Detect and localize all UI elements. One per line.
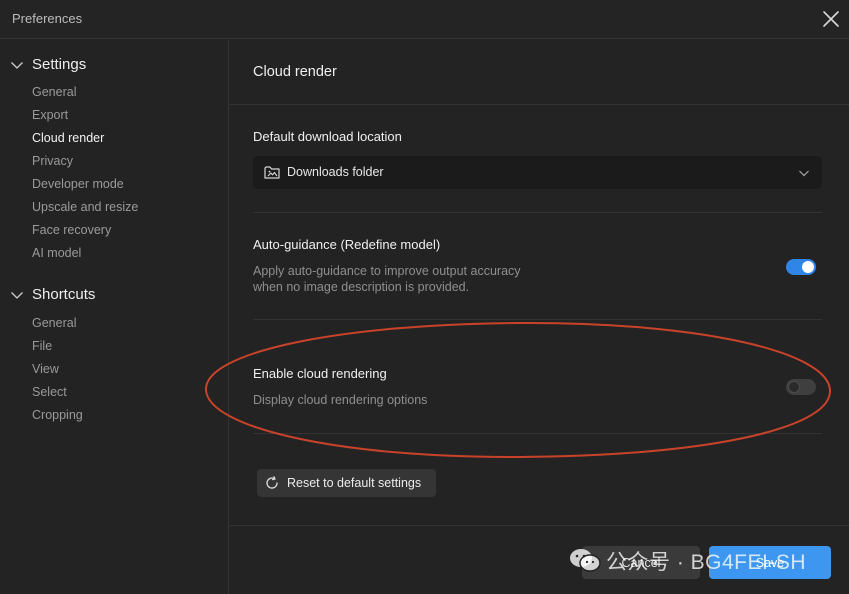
cancel-button[interactable]: Cancel: [582, 546, 700, 579]
chevron-down-icon: [11, 292, 23, 299]
sidebar-group-label: Shortcuts: [32, 286, 96, 303]
auto-guidance-description: Apply auto-guidance to improve output ac…: [253, 264, 521, 294]
main-panel: Cloud render Default download location D…: [230, 40, 849, 594]
preferences-window: Preferences Settings General Export Clou…: [0, 0, 849, 594]
folder-image-icon: [264, 166, 280, 179]
divider: [253, 433, 822, 434]
sidebar-item-shortcuts-general[interactable]: General: [32, 314, 222, 332]
cancel-label: Cancel: [621, 556, 661, 570]
sidebar-group-shortcuts[interactable]: Shortcuts: [0, 283, 228, 307]
divider: [253, 319, 822, 320]
sidebar-item-export[interactable]: Export: [32, 106, 222, 124]
auto-guidance-toggle[interactable]: [786, 259, 816, 275]
cloud-rendering-toggle[interactable]: [786, 379, 816, 395]
divider: [253, 212, 822, 213]
reset-defaults-label: Reset to default settings: [287, 476, 422, 490]
download-location-label: Default download location: [253, 129, 402, 144]
sidebar-item-ai-model[interactable]: AI model: [32, 244, 222, 262]
divider: [230, 525, 849, 526]
toggle-knob: [788, 381, 800, 393]
close-icon: [823, 11, 839, 27]
sidebar-item-cropping[interactable]: Cropping: [32, 406, 222, 424]
save-button[interactable]: Save: [709, 546, 831, 579]
sidebar-group-label: Settings: [32, 56, 87, 73]
page-title: Cloud render: [253, 64, 337, 80]
sidebar-item-general[interactable]: General: [32, 83, 222, 101]
sidebar-item-face-recovery[interactable]: Face recovery: [32, 221, 222, 239]
sidebar-group-settings[interactable]: Settings: [0, 53, 228, 77]
cloud-rendering-label: Enable cloud rendering: [253, 366, 387, 381]
download-location-value: Downloads folder: [287, 165, 384, 179]
cloud-rendering-description: Display cloud rendering options: [253, 393, 428, 407]
sidebar-item-upscale-and-resize[interactable]: Upscale and resize: [32, 198, 222, 216]
reset-defaults-button[interactable]: Reset to default settings: [257, 469, 436, 497]
sidebar: Settings General Export Cloud render Pri…: [0, 40, 229, 594]
download-location-select[interactable]: Downloads folder: [253, 156, 822, 189]
sidebar-item-developer-mode[interactable]: Developer mode: [32, 175, 222, 193]
close-button[interactable]: [819, 7, 843, 31]
window-title: Preferences: [12, 11, 83, 26]
sidebar-item-cloud-render[interactable]: Cloud render: [32, 129, 222, 147]
auto-guidance-label: Auto-guidance (Redefine model): [253, 237, 441, 252]
divider: [230, 104, 849, 105]
chevron-down-icon: [799, 170, 809, 177]
sidebar-item-select[interactable]: Select: [32, 383, 222, 401]
sidebar-item-view[interactable]: View: [32, 360, 222, 378]
save-label: Save: [755, 556, 785, 570]
sidebar-item-file[interactable]: File: [32, 337, 222, 355]
chevron-down-icon: [11, 62, 23, 69]
sidebar-item-privacy[interactable]: Privacy: [32, 152, 222, 170]
refresh-icon: [266, 476, 278, 489]
toggle-knob: [802, 261, 814, 273]
title-bar: Preferences: [0, 0, 849, 39]
